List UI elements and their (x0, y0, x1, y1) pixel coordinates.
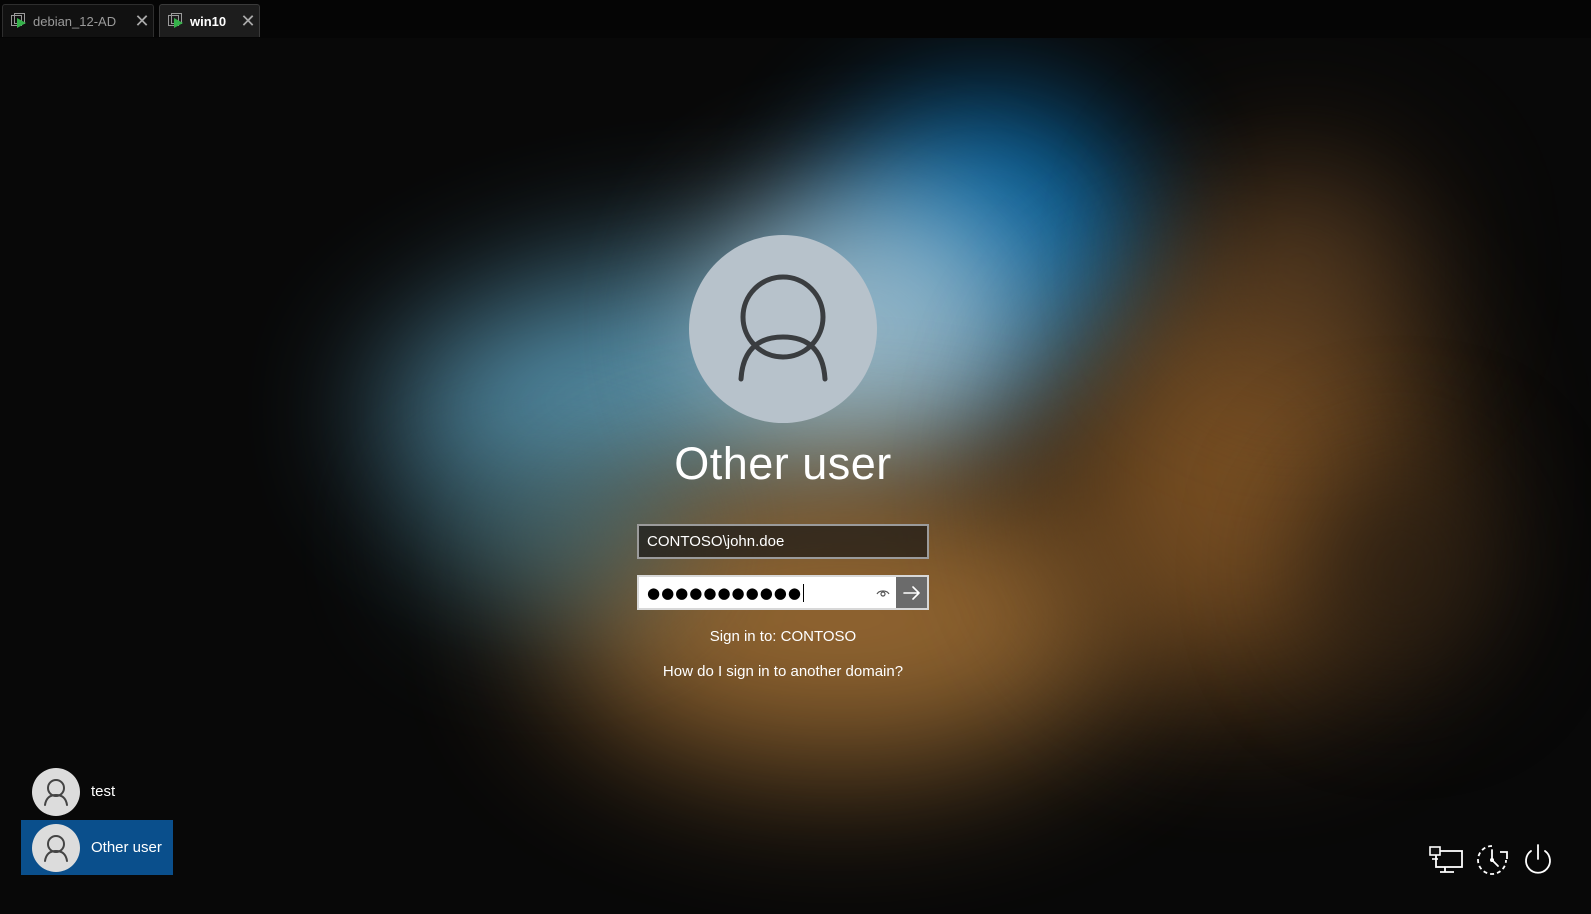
submit-button[interactable] (896, 577, 927, 608)
tab-win10[interactable]: win10 ✕ (159, 4, 260, 37)
power-icon (1525, 844, 1551, 874)
user-list-label: test (91, 783, 116, 800)
power-button[interactable] (1520, 842, 1556, 878)
tab-label: win10 (190, 13, 227, 29)
login-screen: Other user ●●●●●●●●●●● Sign in to: CONTO… (0, 38, 1591, 914)
user-list-item-test[interactable]: test (21, 764, 173, 819)
vm-play-icon (168, 13, 184, 29)
arrow-right-icon (902, 585, 920, 600)
password-box: ●●●●●●●●●●● (637, 575, 929, 610)
tab-label: debian_12-AD (33, 13, 117, 29)
user-silhouette-icon (738, 274, 828, 382)
user-list-item-other-user[interactable]: Other user (21, 820, 173, 875)
user-silhouette-icon (44, 778, 68, 806)
user-avatar (689, 235, 877, 423)
vm-play-icon (11, 13, 27, 29)
user-avatar (32, 767, 80, 816)
close-icon[interactable]: ✕ (131, 11, 153, 32)
user-title: Other user (674, 438, 892, 489)
signin-domain-text: Sign in to: CONTOSO (709, 628, 857, 645)
close-icon[interactable]: ✕ (237, 11, 259, 32)
ease-of-access-icon (1477, 845, 1508, 875)
user-list-label: Other user (91, 839, 162, 856)
password-mask: ●●●●●●●●●●● (647, 583, 802, 602)
user-silhouette-icon (44, 834, 68, 862)
tab-debian[interactable]: debian_12-AD ✕ (2, 4, 154, 37)
text-caret (802, 583, 804, 602)
username-input[interactable] (637, 524, 929, 559)
vm-tab-bar: debian_12-AD ✕ win10 ✕ (0, 0, 1591, 38)
background-blur (1180, 158, 1420, 378)
network-button[interactable] (1428, 842, 1464, 878)
eye-icon (876, 589, 890, 597)
network-icon (1429, 846, 1463, 873)
vm-viewer: debian_12-AD ✕ win10 ✕ Other user CONTOS… (0, 0, 1591, 914)
reveal-password-button[interactable] (870, 577, 896, 608)
other-domain-link[interactable]: How do I sign in to another domain? (580, 663, 986, 680)
user-avatar (32, 823, 80, 872)
ease-of-access-button[interactable] (1474, 842, 1510, 878)
background-blur (1300, 458, 1500, 678)
password-input[interactable]: ●●●●●●●●●●● (639, 577, 870, 608)
